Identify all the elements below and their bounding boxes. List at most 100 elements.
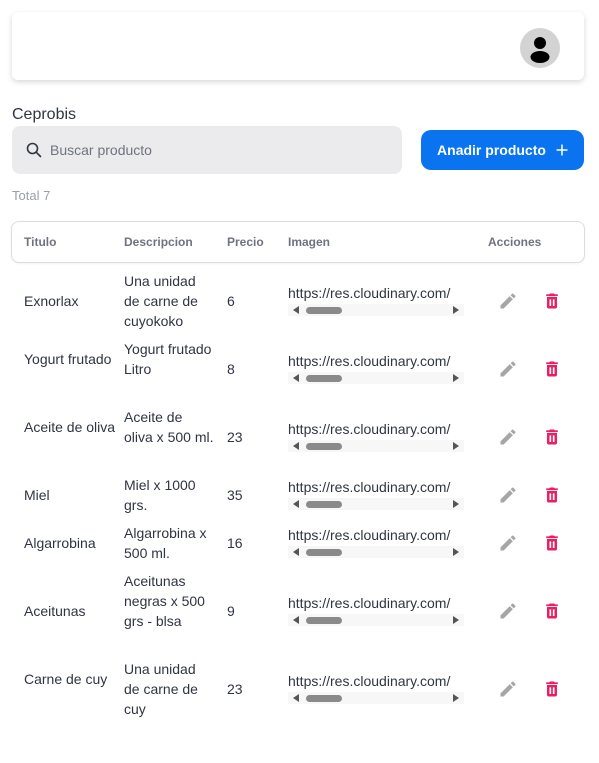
table-row: Aceitunas Aceitunas negras x 500 grs - b… — [12, 571, 584, 651]
trash-icon[interactable] — [541, 426, 563, 448]
edit-icon[interactable] — [497, 290, 519, 312]
user-avatar-icon[interactable] — [520, 28, 560, 68]
column-header-titulo[interactable]: Titulo — [24, 235, 56, 249]
row-title: Miel — [24, 487, 50, 503]
edit-icon[interactable] — [497, 678, 519, 700]
scroll-thumb[interactable] — [306, 695, 342, 702]
edit-icon[interactable] — [497, 484, 519, 506]
row-description: Yogurt frutado Litro — [124, 341, 212, 377]
scroll-right-arrow-icon[interactable] — [453, 694, 459, 702]
scroll-right-arrow-icon[interactable] — [453, 306, 459, 314]
row-image-cell[interactable]: https://res.cloudinary.com/ — [288, 478, 464, 510]
row-image-cell[interactable]: https://res.cloudinary.com/ — [288, 672, 464, 704]
horizontal-scrollbar[interactable] — [288, 498, 464, 510]
scroll-left-arrow-icon[interactable] — [293, 694, 299, 702]
trash-icon[interactable] — [541, 358, 563, 380]
horizontal-scrollbar[interactable] — [288, 614, 464, 626]
column-header-imagen[interactable]: Imagen — [288, 235, 330, 249]
row-description: Una unidad de carne de cuy — [124, 661, 198, 717]
row-price: 6 — [227, 293, 235, 309]
row-image-url: https://res.cloudinary.com/ — [288, 595, 451, 611]
row-price: 9 — [227, 603, 235, 619]
row-image-url: https://res.cloudinary.com/ — [288, 673, 451, 689]
scroll-right-arrow-icon[interactable] — [453, 616, 459, 624]
trash-icon[interactable] — [541, 600, 563, 622]
scroll-right-arrow-icon[interactable] — [453, 548, 459, 556]
scroll-thumb[interactable] — [306, 443, 342, 450]
scroll-left-arrow-icon[interactable] — [293, 616, 299, 624]
search-icon — [26, 142, 42, 158]
horizontal-scrollbar[interactable] — [288, 440, 464, 452]
row-image-url: https://res.cloudinary.com/ — [288, 421, 451, 437]
row-price: 23 — [227, 429, 243, 445]
row-image-url: https://res.cloudinary.com/ — [288, 479, 451, 495]
edit-icon[interactable] — [497, 358, 519, 380]
column-header-descripcion[interactable]: Descripcion — [124, 235, 193, 249]
table-row: Yogurt frutado Yogurt frutado Litro 8 ht… — [12, 339, 584, 399]
top-navbar — [12, 12, 584, 80]
edit-icon[interactable] — [497, 532, 519, 554]
row-image-cell[interactable]: https://res.cloudinary.com/ — [288, 526, 464, 558]
scroll-right-arrow-icon[interactable] — [453, 442, 459, 450]
row-title: Exnorlax — [24, 293, 79, 309]
scroll-left-arrow-icon[interactable] — [293, 306, 299, 314]
search-input[interactable] — [50, 142, 370, 158]
table-row: Exnorlax Una unidad de carne de cuyokoko… — [12, 271, 584, 331]
scroll-thumb[interactable] — [306, 375, 342, 382]
row-title: Yogurt frutado — [24, 351, 112, 367]
search-bar[interactable] — [12, 126, 402, 174]
table-header: Titulo Descripcion Precio Imagen Accione… — [11, 221, 585, 263]
scroll-thumb[interactable] — [306, 501, 342, 508]
table-row: Miel Miel x 1000 grs. 35 https://res.clo… — [12, 475, 584, 515]
plus-icon — [556, 144, 568, 156]
table-row: Algarrobina Algarrobina x 500 ml. 16 htt… — [12, 523, 584, 563]
trash-icon[interactable] — [541, 290, 563, 312]
horizontal-scrollbar[interactable] — [288, 692, 464, 704]
edit-icon[interactable] — [497, 600, 519, 622]
row-title: Aceite de oliva — [24, 419, 116, 435]
row-description: Una unidad de carne de cuyokoko — [124, 273, 198, 329]
horizontal-scrollbar[interactable] — [288, 304, 464, 316]
scroll-left-arrow-icon[interactable] — [293, 500, 299, 508]
scroll-left-arrow-icon[interactable] — [293, 548, 299, 556]
row-image-url: https://res.cloudinary.com/ — [288, 285, 451, 301]
horizontal-scrollbar[interactable] — [288, 372, 464, 384]
add-product-label: Anadir producto — [437, 142, 546, 158]
row-price: 8 — [227, 361, 235, 377]
row-image-cell[interactable]: https://res.cloudinary.com/ — [288, 420, 464, 452]
table-row: Aceite de oliva Aceite de oliva x 500 ml… — [12, 407, 584, 467]
row-description: Miel x 1000 grs. — [124, 477, 196, 513]
row-image-cell[interactable]: https://res.cloudinary.com/ — [288, 284, 464, 316]
row-title: Carne de cuy — [24, 671, 108, 687]
trash-icon[interactable] — [541, 532, 563, 554]
scroll-right-arrow-icon[interactable] — [453, 500, 459, 508]
total-count: Total 7 — [12, 188, 51, 203]
scroll-thumb[interactable] — [306, 617, 342, 624]
horizontal-scrollbar[interactable] — [288, 546, 464, 558]
column-header-acciones: Acciones — [488, 235, 542, 249]
row-image-url: https://res.cloudinary.com/ — [288, 353, 451, 369]
row-image-cell[interactable]: https://res.cloudinary.com/ — [288, 594, 464, 626]
row-description: Algarrobina x 500 ml. — [124, 525, 207, 561]
row-price: 23 — [227, 681, 243, 697]
trash-icon[interactable] — [541, 484, 563, 506]
scroll-left-arrow-icon[interactable] — [293, 374, 299, 382]
row-price: 16 — [227, 535, 243, 551]
row-image-url: https://res.cloudinary.com/ — [288, 527, 451, 543]
row-description: Aceitunas negras x 500 grs - blsa — [124, 573, 205, 629]
scroll-right-arrow-icon[interactable] — [453, 374, 459, 382]
scroll-left-arrow-icon[interactable] — [293, 442, 299, 450]
scroll-thumb[interactable] — [306, 549, 342, 556]
row-image-cell[interactable]: https://res.cloudinary.com/ — [288, 352, 464, 384]
trash-icon[interactable] — [541, 678, 563, 700]
brand-title: Ceprobis — [12, 106, 77, 123]
scroll-thumb[interactable] — [306, 307, 342, 314]
row-description: Aceite de oliva x 500 ml. — [124, 409, 214, 445]
row-title: Aceitunas — [24, 603, 86, 619]
edit-icon[interactable] — [497, 426, 519, 448]
row-price: 35 — [227, 487, 243, 503]
add-product-button[interactable]: Anadir producto — [421, 130, 584, 170]
table-row: Carne de cuy Una unidad de carne de cuy … — [12, 659, 584, 719]
column-header-precio[interactable]: Precio — [227, 235, 264, 249]
row-title: Algarrobina — [24, 535, 96, 551]
